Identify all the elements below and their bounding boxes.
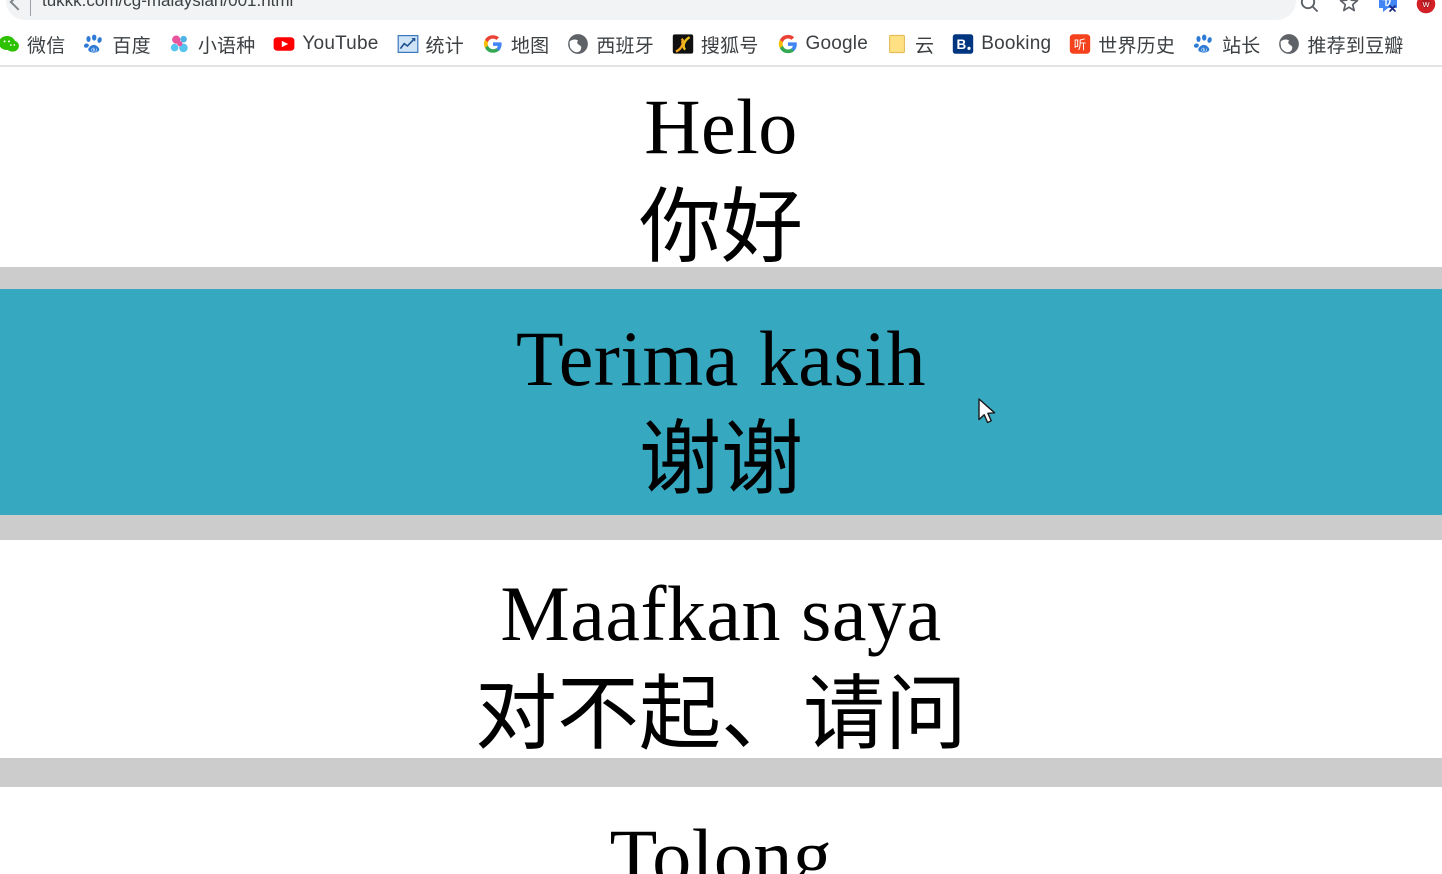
ximalaya-icon: 听 (1069, 33, 1091, 55)
bookmark-item-minority-languages[interactable]: 小语种 (160, 27, 265, 62)
bookmark-item-booking[interactable]: B Booking (943, 29, 1060, 59)
phrase-block-highlighted[interactable]: Terima kasih 谢谢 (0, 289, 1442, 515)
bookmark-item-cloud[interactable]: 云 (877, 27, 943, 62)
bookmark-label: 百度 (112, 35, 151, 57)
translate-extension-icon[interactable] (1376, 0, 1400, 22)
bookmark-item-statistics[interactable]: 统计 (388, 27, 473, 62)
phrase-latin: Tolong (609, 813, 833, 874)
address-bar-url[interactable]: tukkk.com/cg-malaysian/001.html (42, 0, 293, 20)
svg-text:du: du (92, 48, 98, 54)
bookmark-label: 小语种 (197, 35, 256, 57)
page-content: Helo 你好 Terima kasih 谢谢 Maafkan saya 对不起… (0, 67, 1442, 874)
bookmark-label: 地图 (510, 35, 550, 57)
phrase-chinese: 对不起、请问 (474, 669, 967, 758)
google-maps-icon (482, 33, 504, 55)
svg-text:B: B (957, 37, 967, 52)
globe-icon (1278, 33, 1300, 55)
bookmark-label: 站长 (1222, 35, 1261, 57)
phrase-latin: Maafkan saya (500, 570, 942, 657)
bookmark-label: Google (805, 33, 868, 54)
bookmark-item-webmaster[interactable]: du 站长 (1184, 27, 1269, 62)
bookmark-item-wechat[interactable]: 微信 (0, 27, 74, 62)
bookmark-star-icon[interactable] (1336, 0, 1362, 22)
bookmark-item-maps[interactable]: 地图 (473, 27, 558, 62)
phrase-block[interactable]: Helo 你好 (0, 67, 1442, 267)
bookmark-label: 云 (915, 35, 935, 57)
folder-icon (886, 33, 908, 55)
bookmark-label: YouTube (302, 33, 379, 54)
bookmark-label: Booking (981, 33, 1052, 54)
svg-text:du: du (1201, 48, 1207, 54)
omnibox-strip: tukkk.com/cg-malaysian/001.html W (0, 0, 1442, 22)
statistics-chart-icon (397, 33, 419, 55)
browser-chrome: tukkk.com/cg-malaysian/001.html W 微信 du … (0, 0, 1442, 67)
bookmark-item-google[interactable]: Google (768, 29, 877, 59)
omnibox-divider (30, 0, 31, 16)
baidu-icon: du (83, 33, 105, 55)
browser-window: tukkk.com/cg-malaysian/001.html W 微信 du … (0, 0, 1442, 874)
svg-text:听: 听 (1074, 38, 1087, 52)
sohu-icon: S (672, 33, 694, 55)
wechat-icon (0, 33, 20, 55)
red-extension-icon[interactable]: W (1414, 0, 1438, 22)
phrase-chinese: 你好 (638, 182, 803, 267)
search-icon[interactable] (1296, 0, 1322, 22)
section-separator (0, 758, 1442, 787)
bookmark-item-world-history[interactable]: 听 世界历史 (1060, 27, 1184, 62)
bookmarks-bar: 微信 du 百度 小语种 YouTube 统计 地图 西班牙 S 搜狐号 Goo… (0, 22, 1442, 66)
bookmark-item-baidu[interactable]: du 百度 (74, 27, 159, 62)
bookmark-label: 统计 (425, 35, 464, 57)
phrase-latin: Helo (644, 83, 798, 170)
bookmark-label: 世界历史 (1098, 35, 1176, 57)
bookmark-label: 搜狐号 (700, 35, 759, 57)
bookmark-label: 微信 (27, 35, 66, 57)
bookmark-item-sohu[interactable]: S 搜狐号 (663, 27, 768, 62)
omnibox-action-icons: W (1296, 0, 1438, 22)
phrase-block[interactable]: Tolong (0, 787, 1442, 874)
bookmark-item-youtube[interactable]: YouTube (264, 29, 387, 59)
bookmark-item-share-douban[interactable]: 推荐到豆瓣 (1269, 27, 1412, 62)
section-separator (0, 267, 1442, 289)
bookmark-item-spain[interactable]: 西班牙 (558, 27, 663, 62)
bookmark-label: 西班牙 (596, 35, 654, 57)
phrase-latin: Terima kasih (516, 315, 926, 402)
svg-text:W: W (1422, 0, 1430, 9)
booking-icon: B (952, 33, 974, 55)
section-separator (0, 515, 1442, 540)
google-icon (777, 33, 799, 55)
svg-text:S: S (680, 39, 685, 49)
baidu-icon: du (1193, 33, 1215, 55)
flower-icon (169, 33, 191, 55)
globe-icon (567, 33, 589, 55)
phrase-block[interactable]: Maafkan saya 对不起、请问 (0, 540, 1442, 758)
bookmark-label: 推荐到豆瓣 (1307, 35, 1404, 57)
youtube-icon (273, 33, 295, 55)
phrase-chinese: 谢谢 (638, 414, 803, 506)
